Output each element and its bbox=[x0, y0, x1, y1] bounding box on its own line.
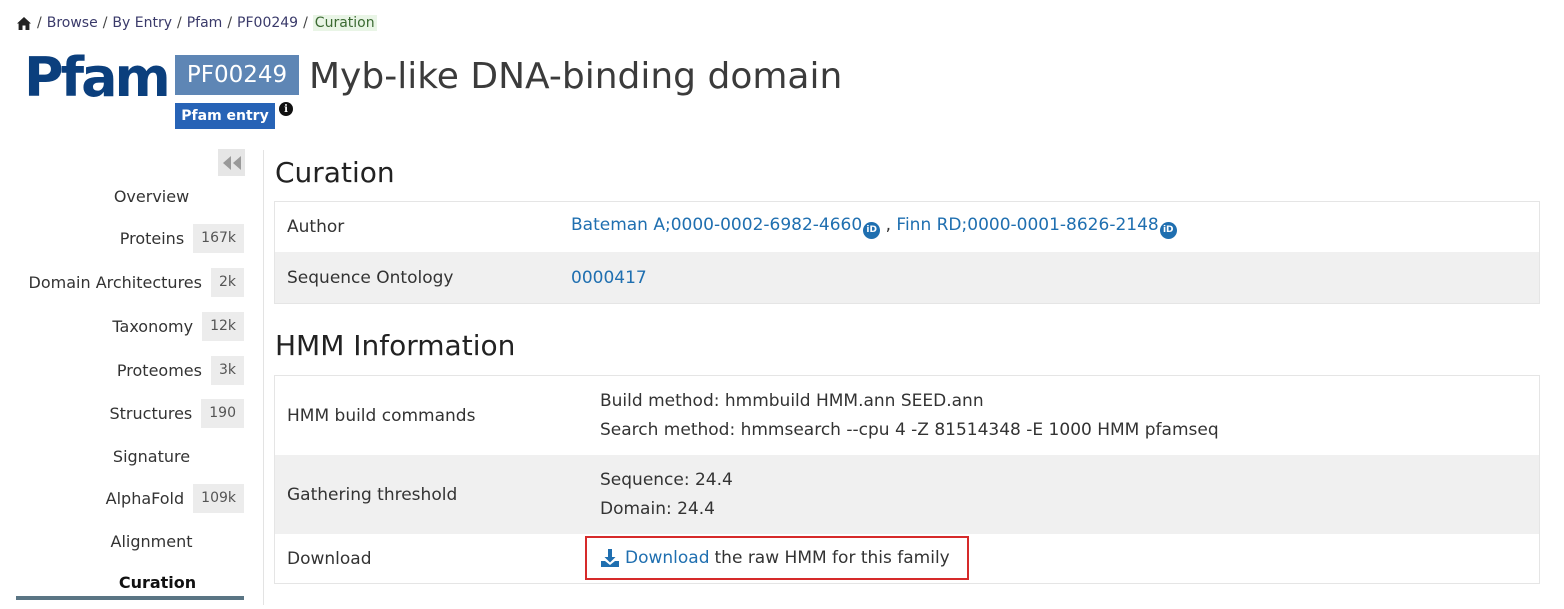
info-icon[interactable]: i bbox=[279, 102, 293, 116]
sidebar-item-label: Proteins bbox=[119, 228, 185, 248]
build-commands-label: HMM build commands bbox=[287, 405, 476, 426]
sequence-ontology-link[interactable]: 0000417 bbox=[571, 268, 647, 288]
download-label: Download bbox=[287, 548, 372, 569]
search-method: Search method: hmmsearch --cpu 4 -Z 8151… bbox=[600, 419, 1219, 440]
sidebar-item-label: Taxonomy bbox=[112, 316, 194, 336]
sidebar-item-label: AlphaFold bbox=[105, 488, 185, 508]
breadcrumb: / Browse / By Entry / Pfam / PF00249 / C… bbox=[16, 12, 377, 34]
sidebar-item-count: 109k bbox=[193, 483, 244, 513]
download-icon[interactable] bbox=[600, 548, 620, 568]
sidebar-item-overview[interactable]: Overview bbox=[16, 181, 244, 211]
collapse-sidebar-button[interactable] bbox=[218, 149, 245, 176]
sidebar-item-domain-architectures[interactable]: Domain Architectures 2k bbox=[16, 267, 244, 297]
sidebar-item-count: 190 bbox=[201, 398, 244, 428]
entry-type-badge: Pfam entry bbox=[175, 103, 275, 129]
sidebar-item-taxonomy[interactable]: Taxonomy 12k bbox=[16, 311, 244, 341]
breadcrumb-current: Curation bbox=[312, 15, 377, 31]
sidebar-item-count: 12k bbox=[202, 311, 244, 341]
sidebar-divider bbox=[263, 150, 264, 605]
breadcrumb-separator: / bbox=[37, 15, 42, 31]
table-row-sequence-ontology: Sequence Ontology 0000417 bbox=[275, 252, 1539, 303]
svg-text:Pfam: Pfam bbox=[24, 50, 168, 106]
author-label: Author bbox=[287, 217, 345, 237]
download-description: the raw HMM for this family bbox=[714, 548, 950, 568]
gathering-threshold-value: Sequence: 24.4 Domain: 24.4 bbox=[600, 466, 733, 524]
sidebar-item-label: Overview bbox=[113, 186, 190, 206]
download-hmm-link[interactable]: Download bbox=[625, 548, 710, 568]
domain-threshold: Domain: 24.4 bbox=[600, 498, 715, 519]
build-commands-value: Build method: hmmbuild HMM.ann SEED.ann … bbox=[600, 387, 1219, 445]
accession-badge: PF00249 bbox=[175, 55, 299, 95]
sidebar-item-proteomes[interactable]: Proteomes 3k bbox=[16, 355, 244, 385]
author-link[interactable]: Bateman A;0000-0002-6982-4660 bbox=[571, 215, 862, 235]
breadcrumb-separator: / bbox=[303, 15, 308, 31]
author-link[interactable]: Finn RD;0000-0001-8626-2148 bbox=[896, 215, 1158, 235]
sequence-ontology-label: Sequence Ontology bbox=[287, 267, 454, 288]
sidebar-item-label: Curation bbox=[118, 572, 197, 592]
author-separator: , bbox=[885, 215, 891, 235]
download-highlight: Download the raw HMM for this family bbox=[585, 536, 969, 580]
build-method: Build method: hmmbuild HMM.ann SEED.ann bbox=[600, 390, 984, 411]
breadcrumb-separator: / bbox=[227, 15, 233, 31]
sidebar-item-alphafold[interactable]: AlphaFold 109k bbox=[16, 483, 244, 513]
breadcrumb-browse[interactable]: Browse bbox=[47, 15, 98, 31]
sidebar-item-label: Proteomes bbox=[116, 360, 202, 380]
home-icon[interactable] bbox=[16, 16, 32, 31]
table-row-author: Author Bateman A;0000-0002-6982-4660 iD ,… bbox=[275, 202, 1539, 252]
sidebar-item-alignment[interactable]: Alignment bbox=[16, 526, 244, 556]
sidebar-item-count: 3k bbox=[210, 355, 244, 385]
breadcrumb-accession[interactable]: PF00249 bbox=[237, 15, 298, 31]
sidebar-item-count: 167k bbox=[193, 223, 244, 253]
sidebar-item-label: Signature bbox=[112, 446, 191, 466]
breadcrumb-pfam[interactable]: Pfam bbox=[187, 15, 223, 31]
hmm-heading: HMM Information bbox=[275, 329, 516, 362]
sequence-threshold: Sequence: 24.4 bbox=[600, 469, 733, 490]
sidebar-item-signature[interactable]: Signature bbox=[16, 441, 244, 471]
sidebar-active-indicator bbox=[16, 596, 244, 600]
gathering-threshold-label: Gathering threshold bbox=[287, 484, 458, 505]
breadcrumb-separator: / bbox=[177, 15, 182, 31]
table-row-gathering-threshold: Gathering threshold Sequence: 24.4 Domai… bbox=[275, 455, 1539, 534]
sidebar-item-structures[interactable]: Structures 190 bbox=[16, 398, 244, 428]
sidebar-item-label: Structures bbox=[109, 403, 193, 423]
breadcrumb-separator: / bbox=[102, 15, 108, 31]
double-chevron-left-icon bbox=[222, 155, 241, 170]
table-row-build-commands: HMM build commands Build method: hmmbuil… bbox=[275, 376, 1539, 455]
sidebar-item-proteins[interactable]: Proteins 167k bbox=[16, 223, 244, 253]
orcid-icon[interactable]: iD bbox=[1159, 222, 1177, 239]
sidebar-item-count: 2k bbox=[210, 267, 244, 297]
curation-heading: Curation bbox=[275, 156, 395, 189]
breadcrumb-by-entry[interactable]: By Entry bbox=[112, 15, 172, 31]
sidebar-item-curation[interactable]: Curation bbox=[16, 567, 244, 597]
page-title: Myb-like DNA-binding domain bbox=[309, 56, 843, 97]
curation-table: Author Bateman A;0000-0002-6982-4660 iD ,… bbox=[274, 201, 1540, 304]
author-list: Bateman A;0000-0002-6982-4660 iD , Finn R… bbox=[571, 215, 1177, 239]
sidebar-item-label: Alignment bbox=[110, 531, 193, 551]
orcid-icon[interactable]: iD bbox=[863, 222, 881, 239]
pfam-logo: Pfam bbox=[24, 50, 168, 106]
sidebar-item-label: Domain Architectures bbox=[28, 272, 202, 292]
